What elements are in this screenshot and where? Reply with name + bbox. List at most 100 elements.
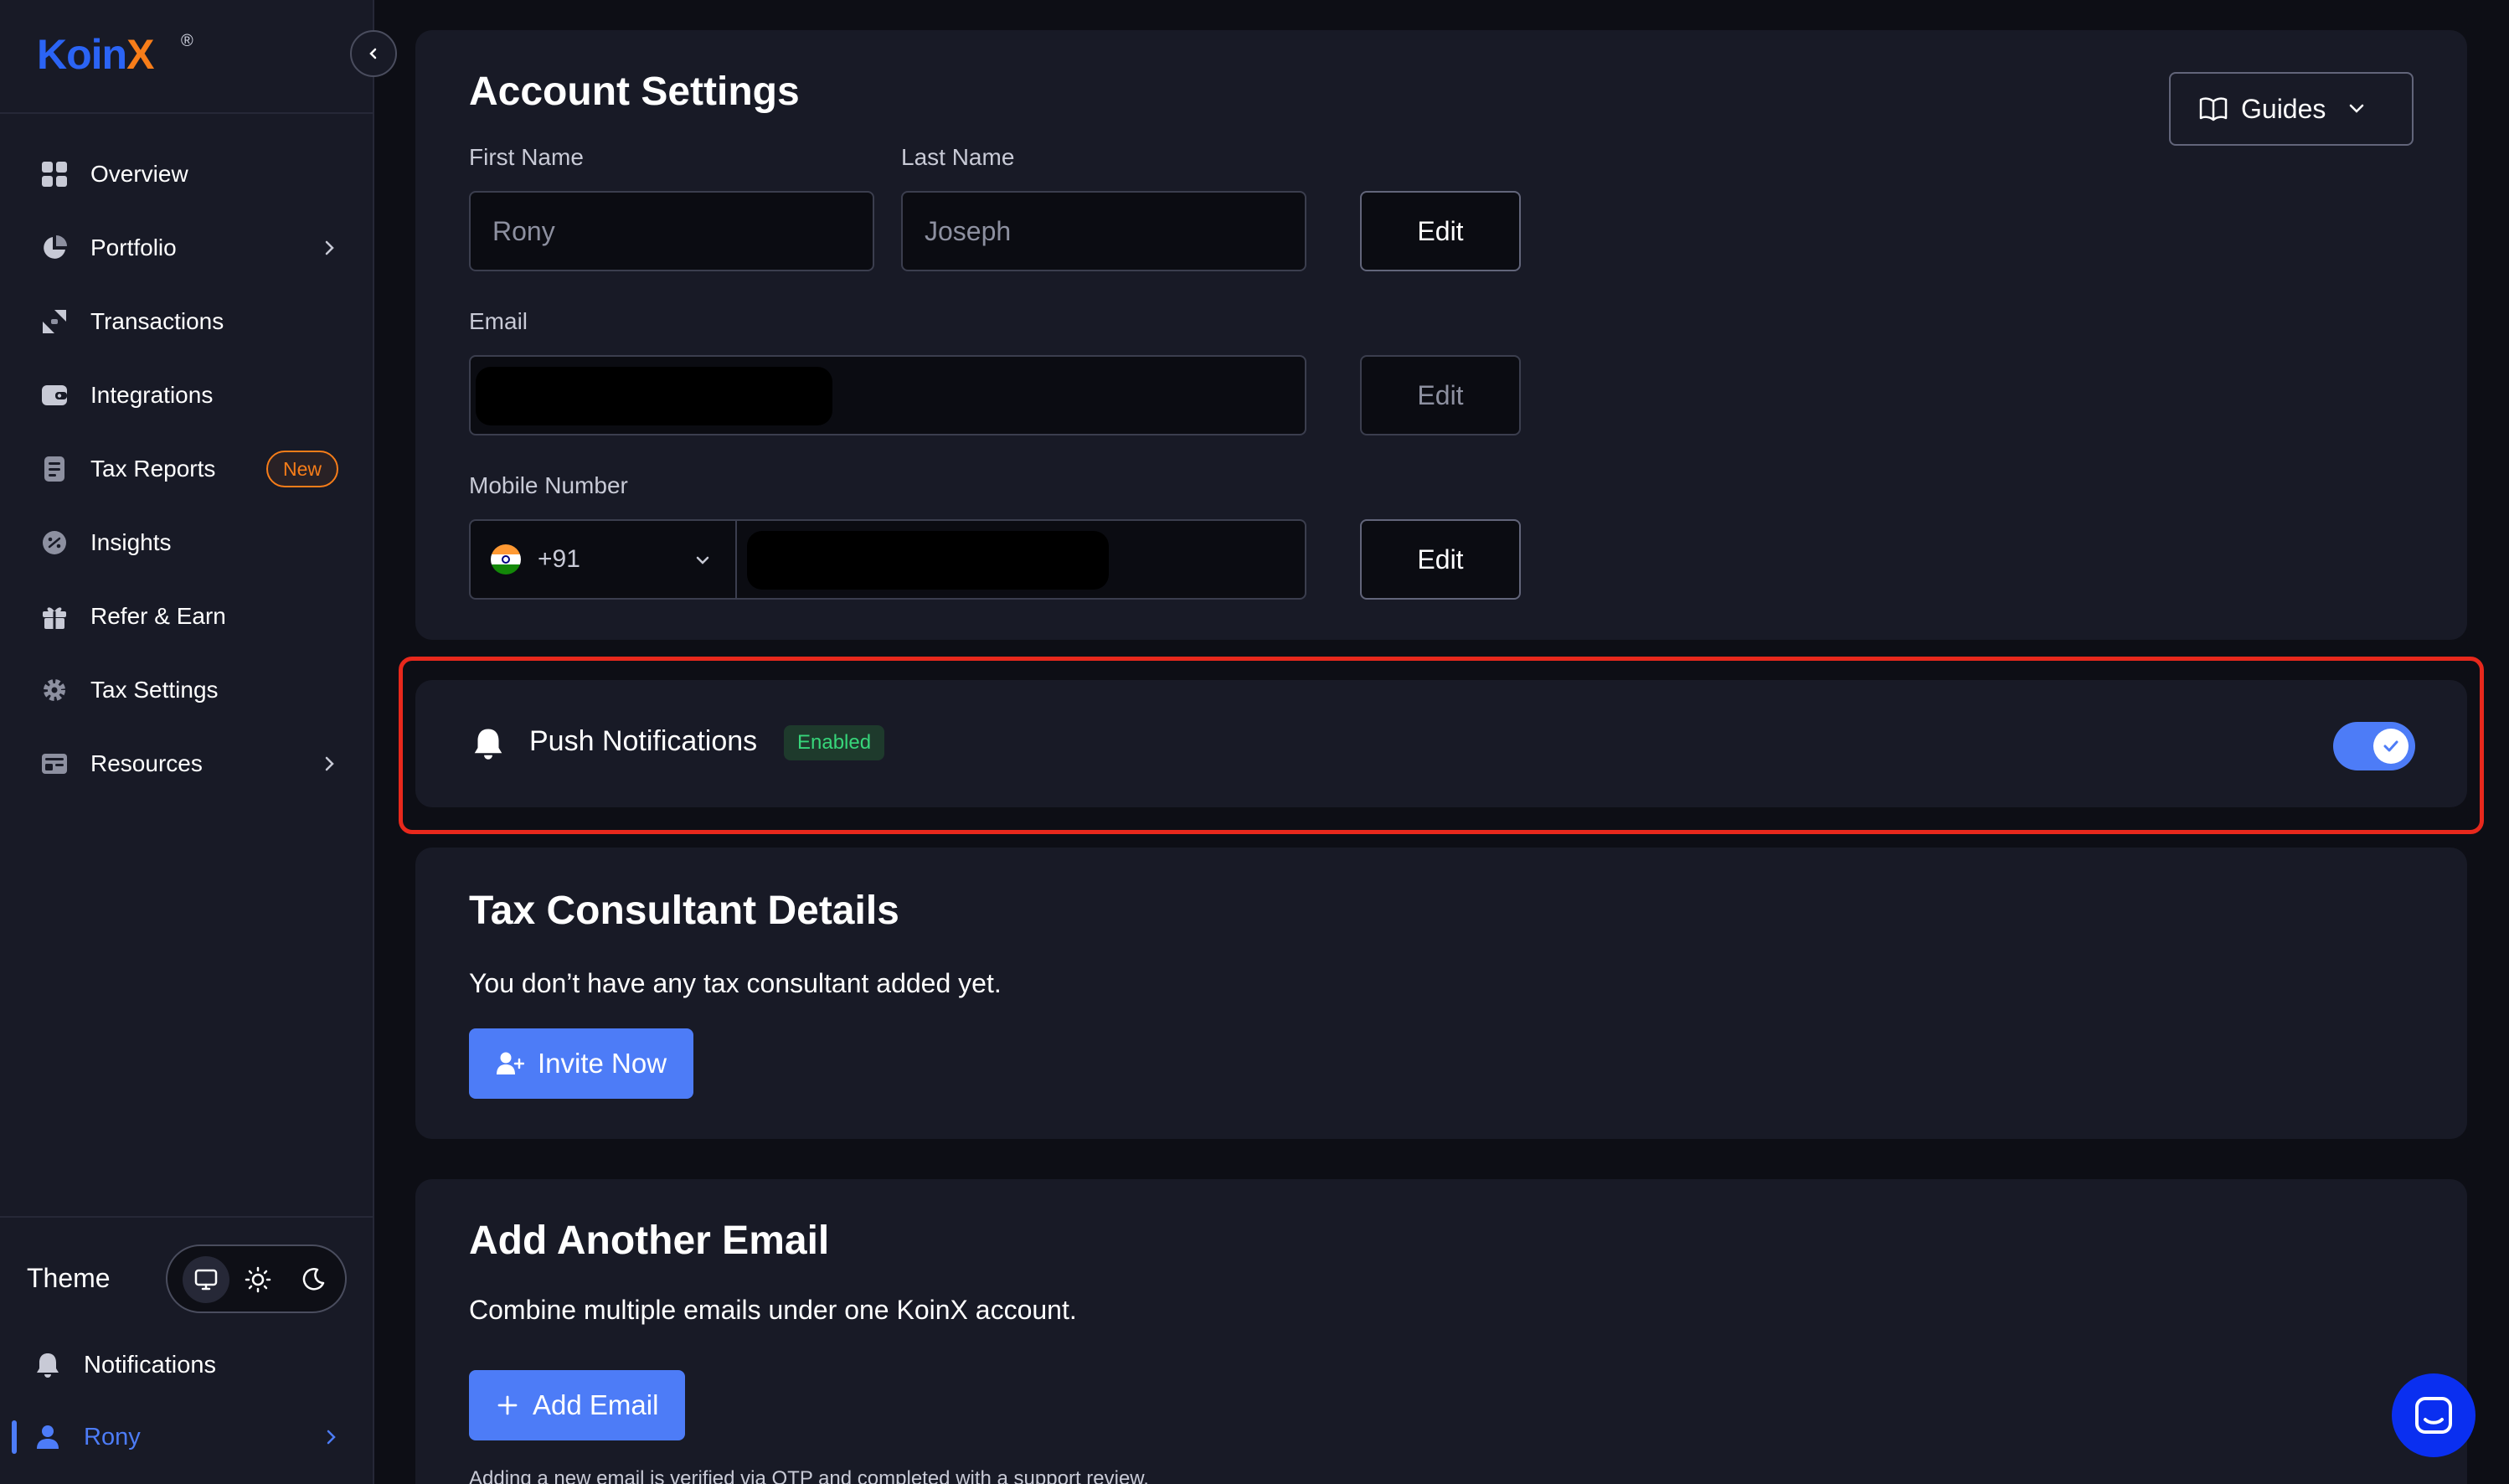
mobile-number-label: Mobile Number (469, 472, 628, 498)
dark-theme-button[interactable] (290, 1256, 337, 1303)
user-icon (33, 1423, 62, 1451)
first-name-field[interactable]: Rony (469, 191, 874, 271)
chevron-left-icon (369, 48, 377, 59)
check-icon (2383, 740, 2398, 752)
sidebar-item-label: Insights (90, 529, 172, 555)
system-theme-button[interactable] (183, 1256, 229, 1303)
sidebar-item-label: Tax Settings (90, 677, 219, 703)
country-code-value: +91 (538, 545, 580, 573)
sidebar-item-integrations[interactable]: Integrations (0, 358, 374, 432)
sidebar-item-overview[interactable]: Overview (0, 137, 374, 211)
plus-icon (496, 1394, 519, 1417)
insights-icon (40, 528, 69, 557)
section-title: Tax Consultant Details (469, 889, 899, 933)
india-flag-icon (491, 544, 521, 575)
push-notifications-card: Push Notifications Enabled (415, 680, 2467, 807)
book-icon (2199, 97, 2228, 121)
chat-support-button[interactable] (2392, 1373, 2476, 1457)
sidebar-item-label: Refer & Earn (90, 603, 226, 629)
sidebar-item-transactions[interactable]: Transactions (0, 285, 374, 358)
empty-state-message: You don’t have any tax consultant added … (469, 968, 1002, 998)
chevron-right-icon (325, 240, 334, 255)
chevron-down-icon (2350, 104, 2364, 113)
sun-icon (245, 1266, 271, 1293)
sidebar-item-resources[interactable]: Resources (0, 727, 374, 801)
guides-dropdown[interactable]: Guides (2169, 72, 2414, 146)
guides-label: Guides (2241, 93, 2326, 124)
last-name-field[interactable]: Joseph (901, 191, 1306, 271)
user-name: Rony (84, 1423, 141, 1451)
resources-icon (40, 750, 69, 778)
email-label: Email (469, 308, 528, 334)
sidebar: KoinX ® Overview Portfolio Transactions … (0, 0, 374, 1484)
redacted-phone (747, 531, 1109, 590)
sidebar-nav: Overview Portfolio Transactions Integrat… (0, 137, 374, 801)
email-field[interactable] (469, 355, 1306, 435)
sidebar-item-label: Overview (90, 161, 188, 187)
sidebar-item-label: Resources (90, 750, 203, 776)
logo-text: Koin (37, 31, 127, 78)
first-name-value: Rony (492, 215, 555, 246)
add-email-card: Add Another Email Combine multiple email… (415, 1179, 2467, 1484)
sidebar-item-tax-reports[interactable]: Tax Reports New (0, 432, 374, 506)
logo-accent: X (126, 31, 154, 78)
notifications-label: Notifications (84, 1351, 216, 1378)
sidebar-item-label: Transactions (90, 308, 224, 334)
light-theme-button[interactable] (234, 1256, 281, 1303)
last-name-label: Last Name (901, 144, 1015, 170)
registered-mark: ® (181, 32, 193, 50)
theme-switcher (166, 1244, 347, 1313)
sidebar-item-profile[interactable]: Rony (0, 1404, 374, 1471)
section-description: Combine multiple emails under one KoinX … (469, 1295, 1077, 1325)
first-name-label: First Name (469, 144, 584, 170)
chevron-down-icon (696, 556, 709, 564)
add-email-button[interactable]: Add Email (469, 1370, 686, 1440)
new-badge: New (266, 451, 339, 487)
page-title: Account Settings (469, 70, 800, 114)
monitor-icon (194, 1269, 218, 1291)
wallet-icon (40, 381, 69, 410)
toggle-knob (2373, 729, 2409, 764)
push-notifications-label: Push Notifications (529, 725, 758, 757)
tax-consultant-card: Tax Consultant Details You don’t have an… (415, 848, 2467, 1139)
sidebar-item-tax-settings[interactable]: Tax Settings (0, 653, 374, 727)
sidebar-item-label: Portfolio (90, 234, 177, 260)
transfer-icon (40, 307, 69, 336)
country-code-select[interactable]: +91 (471, 521, 737, 598)
edit-email-button[interactable]: Edit (1360, 355, 1521, 435)
section-title: Add Another Email (469, 1219, 830, 1263)
edit-name-button[interactable]: Edit (1360, 191, 1521, 271)
collapse-sidebar-button[interactable] (350, 30, 397, 77)
invite-now-label: Invite Now (538, 1048, 667, 1079)
redacted-email (476, 367, 832, 425)
sidebar-divider (0, 112, 374, 114)
status-badge: Enabled (784, 725, 885, 760)
verification-note: Adding a new email is verified via OTP a… (469, 1467, 1149, 1484)
pie-chart-icon (40, 234, 69, 262)
bell-icon (33, 1351, 62, 1379)
sidebar-item-refer-earn[interactable]: Refer & Earn (0, 580, 374, 653)
invite-now-button[interactable]: Invite Now (469, 1028, 694, 1099)
gear-icon (40, 676, 69, 704)
sidebar-item-label: Tax Reports (90, 456, 216, 482)
sidebar-divider (0, 1216, 374, 1218)
push-notifications-toggle[interactable] (2333, 722, 2415, 770)
grid-icon (40, 160, 69, 188)
document-icon (40, 455, 69, 483)
last-name-value: Joseph (925, 215, 1012, 246)
add-user-icon (496, 1051, 524, 1076)
sidebar-item-label: Integrations (90, 382, 214, 408)
bell-icon (474, 729, 502, 760)
gift-icon (40, 602, 69, 631)
sidebar-item-portfolio[interactable]: Portfolio (0, 211, 374, 285)
account-settings-card: Account Settings Guides First Name Last … (415, 30, 2467, 640)
edit-mobile-button[interactable]: Edit (1360, 519, 1521, 600)
chevron-right-icon (327, 1430, 336, 1445)
sidebar-item-notifications[interactable]: Notifications (0, 1332, 374, 1399)
chat-icon (2415, 1397, 2452, 1434)
sidebar-item-insights[interactable]: Insights (0, 506, 374, 580)
add-email-label: Add Email (533, 1389, 659, 1420)
koinx-logo[interactable]: KoinX ® (37, 30, 193, 79)
theme-label: Theme (27, 1263, 111, 1293)
chevron-right-icon (325, 756, 334, 771)
